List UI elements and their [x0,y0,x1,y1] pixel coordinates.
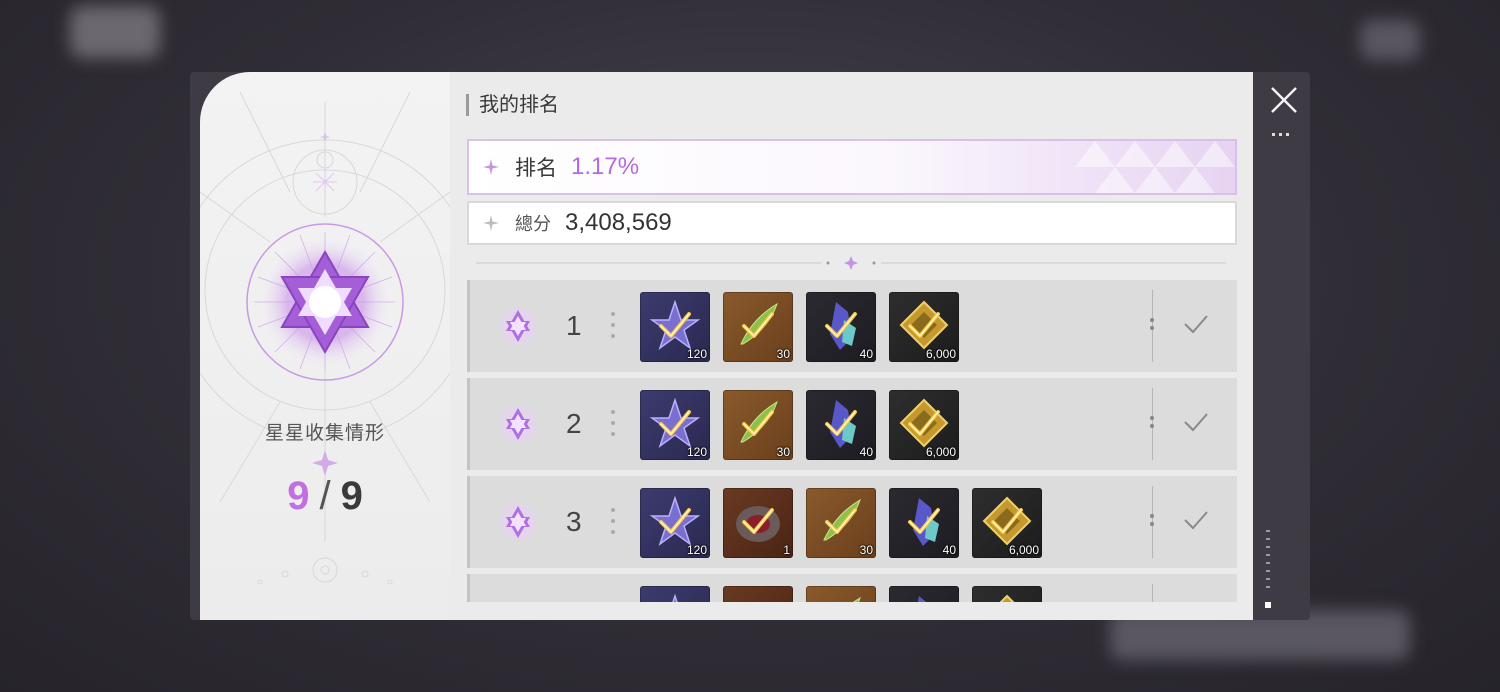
reward-item[interactable] [889,586,959,602]
count-separator: / [319,474,331,518]
tier-divider [1152,584,1153,602]
reward-item[interactable]: 30 [723,390,793,460]
claimed-check-icon [659,508,691,534]
reward-item[interactable] [640,586,710,602]
claimed-check-icon [991,508,1023,534]
tier-number: 1 [566,310,582,341]
total-score-box: 總分 3,408,569 [467,201,1237,245]
claimed-check-icon [742,508,774,534]
reward-item[interactable] [723,586,793,602]
tier-claimed-check-icon[interactable] [1182,508,1210,532]
stars-total: 9 [340,474,363,518]
reward-quantity: 40 [859,347,873,361]
sparkle-icon [483,159,499,175]
claimed-check-icon [742,410,774,436]
reward-item[interactable]: 40 [806,390,876,460]
reward-item[interactable]: 120 [640,488,710,558]
tier-dots-decoration [611,508,617,538]
rank-label: 排名 [515,157,557,180]
gold-coin-icon [999,594,1015,602]
triangle-pattern-decoration [1075,141,1235,193]
tier-row[interactable]: 4 [467,574,1237,602]
tier-number: 2 [566,408,582,439]
claimed-check-icon [659,312,691,338]
tier-row[interactable]: 2 120 30 40 6,000 [467,378,1237,470]
tier-star-icon [498,600,538,602]
tier-row[interactable]: 1 120 30 40 6,000 [467,280,1237,372]
tier-claimed-check-icon[interactable] [1182,410,1210,434]
tier-dots-decoration [611,410,617,440]
reward-quantity: 120 [686,347,707,361]
reward-item[interactable]: 1 [723,488,793,558]
reward-item[interactable]: 120 [640,292,710,362]
reward-quantity: 30 [859,543,873,557]
close-icon[interactable] [1268,84,1300,116]
reward-item[interactable]: 6,000 [889,390,959,460]
tier-star-icon [500,406,536,442]
reward-item[interactable]: 6,000 [889,292,959,362]
claimed-check-icon [825,410,857,436]
blue-crystal-shard-icon [917,596,927,602]
background-blur-top-right [1360,20,1420,60]
reward-quantity: 120 [686,543,707,557]
reward-item[interactable]: 6,000 [972,488,1042,558]
tier-claimed-check-icon[interactable] [1182,312,1210,336]
reward-item[interactable]: 40 [806,292,876,362]
reward-quantity: 30 [776,445,790,459]
reward-item[interactable]: 40 [889,488,959,558]
tier-divider-dots [1150,416,1154,432]
tier-number: 3 [566,506,582,537]
reward-item[interactable]: 120 [640,390,710,460]
green-feather-icon [852,596,861,602]
tier-star-icon [500,308,536,344]
hexagram-star-emblem [246,223,404,381]
reward-quantity: 40 [859,445,873,459]
claimed-check-icon [659,410,691,436]
star-collection-count: 9/9 [200,474,450,519]
ranking-reward-dialog: 星星收集情形 9/9 我的排名 排名 1.17% 總分 3,408,569 1 … [190,72,1310,620]
star-collection-panel: 星星收集情形 9/9 [200,72,450,620]
reward-item[interactable]: 30 [806,488,876,558]
rank-value: 1.17% [571,153,640,180]
claimed-check-icon [742,312,774,338]
claimed-check-icon [908,508,940,534]
reward-quantity: 120 [686,445,707,459]
claimed-check-icon [825,508,857,534]
score-value: 3,408,569 [565,209,672,236]
score-label: 總分 [515,214,551,234]
tier-dots-decoration [611,312,617,342]
reward-item[interactable] [972,586,1042,602]
reward-quantity: 6,000 [1008,543,1039,557]
claimed-check-icon [908,312,940,338]
tier-reward-list[interactable]: 1 120 30 40 6,000 2 120 30 40 6,000 3 12… [467,280,1237,602]
tier-divider-dots [1150,514,1154,530]
stars-collected: 9 [287,474,310,518]
rank-percentile-box: 排名 1.17% [467,139,1237,195]
scroll-indicator[interactable] [1264,530,1272,610]
reward-item[interactable]: 30 [723,292,793,362]
tier-divider-dots [1150,318,1154,334]
sparkle-icon [483,215,499,231]
ornamental-divider [476,256,1226,270]
tier-row[interactable]: 3 120 1 30 40 6,000 [467,476,1237,568]
my-ranking-title: 我的排名 [466,94,559,116]
ranking-panel: 我的排名 排名 1.17% 總分 3,408,569 1 120 30 40 6… [450,72,1253,620]
purple-star-crystal-icon [672,593,678,602]
claimed-check-icon [825,312,857,338]
reward-quantity: 6,000 [925,445,956,459]
close-dots-decoration [1272,123,1293,141]
red-gem-ore-icon [731,592,785,602]
reward-quantity: 1 [783,543,790,557]
background-blur-top-left [70,6,160,58]
reward-quantity: 6,000 [925,347,956,361]
star-collection-label: 星星收集情形 [264,423,385,444]
claimed-check-icon [908,410,940,436]
reward-quantity: 40 [942,543,956,557]
tier-star-icon [500,504,536,540]
reward-item[interactable] [806,586,876,602]
reward-quantity: 30 [776,347,790,361]
